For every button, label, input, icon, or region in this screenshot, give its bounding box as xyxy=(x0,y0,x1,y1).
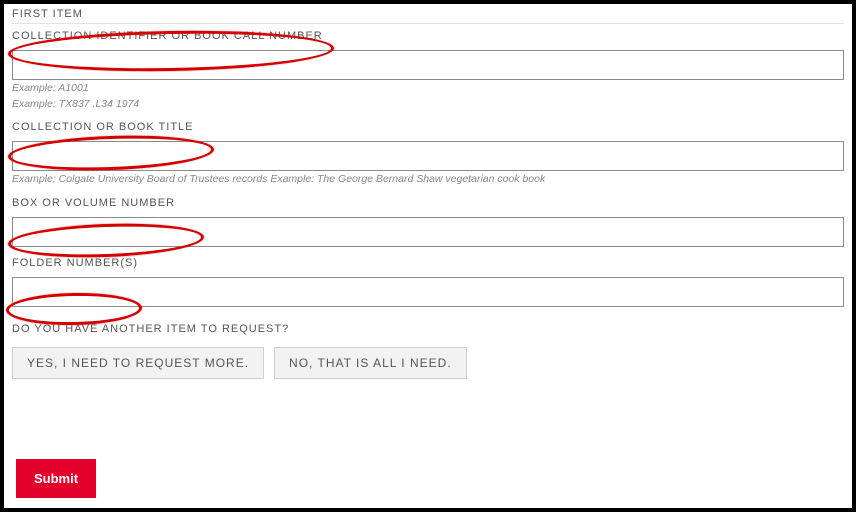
first-item-heading: FIRST ITEM xyxy=(12,8,844,23)
label-collection-title: COLLECTION OR BOOK TITLE xyxy=(12,121,844,133)
help-collection-id-2: Example: TX837 .L34 1974 xyxy=(12,98,844,112)
submit-button[interactable]: Submit xyxy=(16,459,96,498)
field-folder-number: FOLDER NUMBER(S) xyxy=(12,257,844,307)
field-box-volume: BOX OR VOLUME NUMBER xyxy=(12,197,844,247)
label-collection-identifier: COLLECTION IDENTIFIER OR BOOK CALL NUMBE… xyxy=(12,30,844,42)
input-box-volume[interactable] xyxy=(12,217,844,247)
help-collection-title: Example: Colgate University Board of Tru… xyxy=(12,173,844,187)
input-folder-number[interactable] xyxy=(12,277,844,307)
label-another-item: DO YOU HAVE ANOTHER ITEM TO REQUEST? xyxy=(12,323,289,335)
form-page: FIRST ITEM COLLECTION IDENTIFIER OR BOOK… xyxy=(0,0,856,512)
input-collection-identifier[interactable] xyxy=(12,50,844,80)
help-collection-id-1: Example: A1001 xyxy=(12,82,844,96)
another-item-question: DO YOU HAVE ANOTHER ITEM TO REQUEST? xyxy=(12,319,844,337)
label-box-volume: BOX OR VOLUME NUMBER xyxy=(12,197,844,209)
no-that-is-all-button[interactable]: NO, THAT IS ALL I NEED. xyxy=(274,347,467,379)
input-collection-title[interactable] xyxy=(12,141,844,171)
yes-request-more-button[interactable]: YES, I NEED TO REQUEST MORE. xyxy=(12,347,264,379)
choice-buttons: YES, I NEED TO REQUEST MORE. NO, THAT IS… xyxy=(12,347,844,379)
divider xyxy=(12,23,844,24)
label-folder-number: FOLDER NUMBER(S) xyxy=(12,257,844,269)
field-collection-title: COLLECTION OR BOOK TITLE Example: Colgat… xyxy=(12,121,844,187)
field-collection-identifier: COLLECTION IDENTIFIER OR BOOK CALL NUMBE… xyxy=(12,30,844,111)
